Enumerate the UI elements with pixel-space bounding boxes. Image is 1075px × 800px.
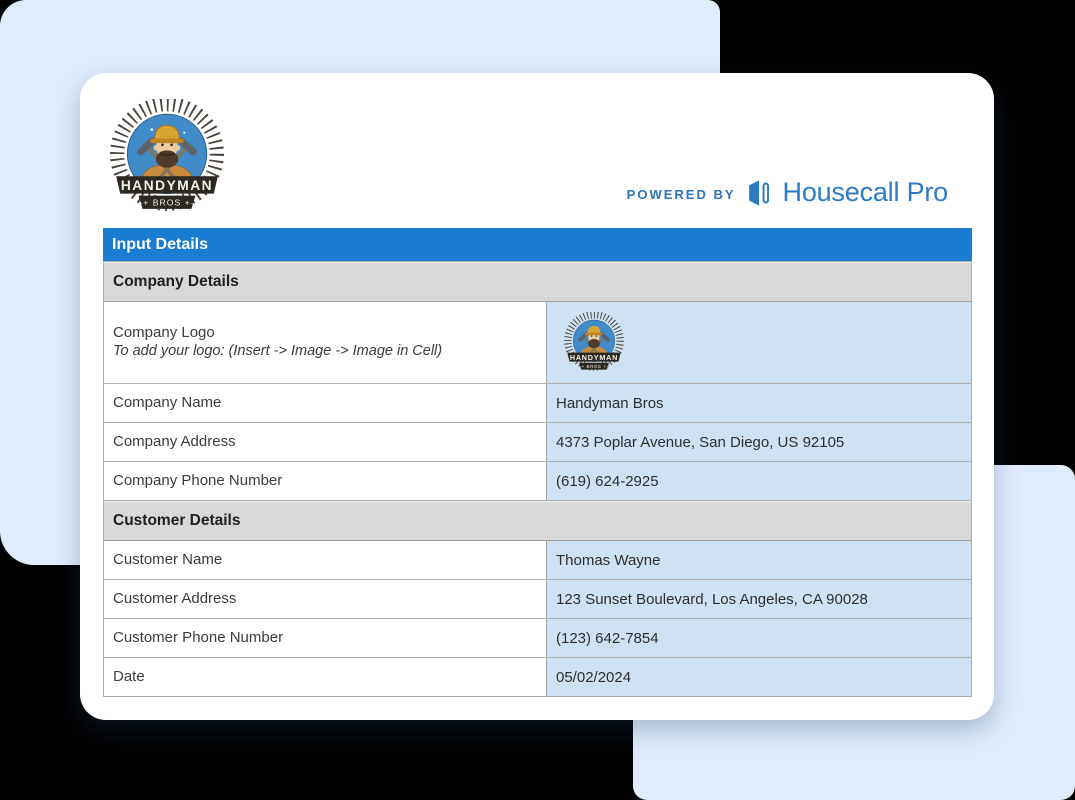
- row-label-cell: Company Address: [104, 423, 546, 461]
- row-label-cell: Customer Name: [104, 541, 546, 579]
- table-row-date: Date 05/02/2024: [103, 658, 972, 697]
- table-row-company-name: Company Name Handyman Bros: [103, 384, 972, 423]
- handyman-bros-logo: HANDYMAN —+ BROS +—: [106, 99, 228, 217]
- housecall-pro-icon: [746, 178, 773, 208]
- row-label-cell: Customer Address: [104, 580, 546, 618]
- template-card: HANDYMAN —+ BROS +— POWERED BY Housecall…: [80, 73, 994, 720]
- row-label: Company Logo: [113, 323, 546, 343]
- table-title-bar: Input Details: [103, 228, 972, 262]
- row-value-cell[interactable]: 05/02/2024: [546, 658, 971, 696]
- logo-insert-hint: To add your logo: (Insert -> Image -> Im…: [113, 342, 546, 362]
- company-logo-value-cell[interactable]: HANDYMAN —+ BROS +—: [546, 302, 971, 383]
- section-header-customer-details: Customer Details: [103, 501, 972, 541]
- row-label-cell: Customer Phone Number: [104, 619, 546, 657]
- row-value-cell[interactable]: Handyman Bros: [546, 384, 971, 422]
- company-logo-label-cell: Company Logo To add your logo: (Insert -…: [104, 302, 546, 383]
- row-label: Customer Name: [113, 550, 546, 570]
- row-label: Company Name: [113, 393, 546, 413]
- row-label: Company Address: [113, 432, 546, 452]
- table-row-customer-phone: Customer Phone Number (123) 642-7854: [103, 619, 972, 658]
- row-value: 4373 Poplar Avenue, San Diego, US 92105: [556, 434, 844, 451]
- logo-banner-text: HANDYMAN: [121, 178, 213, 193]
- row-value: 05/02/2024: [556, 669, 631, 686]
- logo-banner-text: HANDYMAN: [570, 352, 618, 361]
- powered-by-housecall-pro: POWERED BY Housecall Pro: [627, 177, 948, 208]
- page-background: HANDYMAN —+ BROS +— POWERED BY Housecall…: [0, 0, 1075, 800]
- row-label-cell: Company Name: [104, 384, 546, 422]
- row-label: Date: [113, 667, 546, 687]
- company-logo-cell-image: HANDYMAN —+ BROS +—: [562, 312, 626, 374]
- row-label-cell: Company Phone Number: [104, 462, 546, 500]
- row-value-cell[interactable]: (123) 642-7854: [546, 619, 971, 657]
- section-header-label: Company Details: [113, 273, 239, 291]
- table-row-company-address: Company Address 4373 Poplar Avenue, San …: [103, 423, 972, 462]
- row-value-cell[interactable]: 4373 Poplar Avenue, San Diego, US 92105: [546, 423, 971, 461]
- table-row-customer-name: Customer Name Thomas Wayne: [103, 541, 972, 580]
- table-row-company-phone: Company Phone Number (619) 624-2925: [103, 462, 972, 501]
- table-row-customer-address: Customer Address 123 Sunset Boulevard, L…: [103, 580, 972, 619]
- input-details-table: Input Details Company Details Company Lo…: [103, 228, 972, 697]
- row-value: Thomas Wayne: [556, 552, 660, 569]
- brand-name: Housecall Pro: [783, 177, 948, 208]
- powered-by-label: POWERED BY: [627, 183, 736, 202]
- row-value: (123) 642-7854: [556, 630, 659, 647]
- row-label: Company Phone Number: [113, 471, 546, 491]
- row-label-cell: Date: [104, 658, 546, 696]
- row-label: Customer Phone Number: [113, 628, 546, 648]
- row-value-cell[interactable]: 123 Sunset Boulevard, Los Angeles, CA 90…: [546, 580, 971, 618]
- row-label: Customer Address: [113, 589, 546, 609]
- table-row-company-logo: Company Logo To add your logo: (Insert -…: [103, 302, 972, 384]
- row-value: Handyman Bros: [556, 395, 664, 412]
- row-value: 123 Sunset Boulevard, Los Angeles, CA 90…: [556, 591, 868, 608]
- row-value-cell[interactable]: Thomas Wayne: [546, 541, 971, 579]
- section-header-label: Customer Details: [113, 512, 240, 530]
- row-value-cell[interactable]: (619) 624-2925: [546, 462, 971, 500]
- logo-sub-text: —+ BROS +—: [134, 197, 201, 207]
- logo-sub-text: —+ BROS +—: [577, 363, 612, 368]
- section-header-company-details: Company Details: [103, 262, 972, 302]
- row-value: (619) 624-2925: [556, 473, 659, 490]
- table-title: Input Details: [112, 236, 208, 254]
